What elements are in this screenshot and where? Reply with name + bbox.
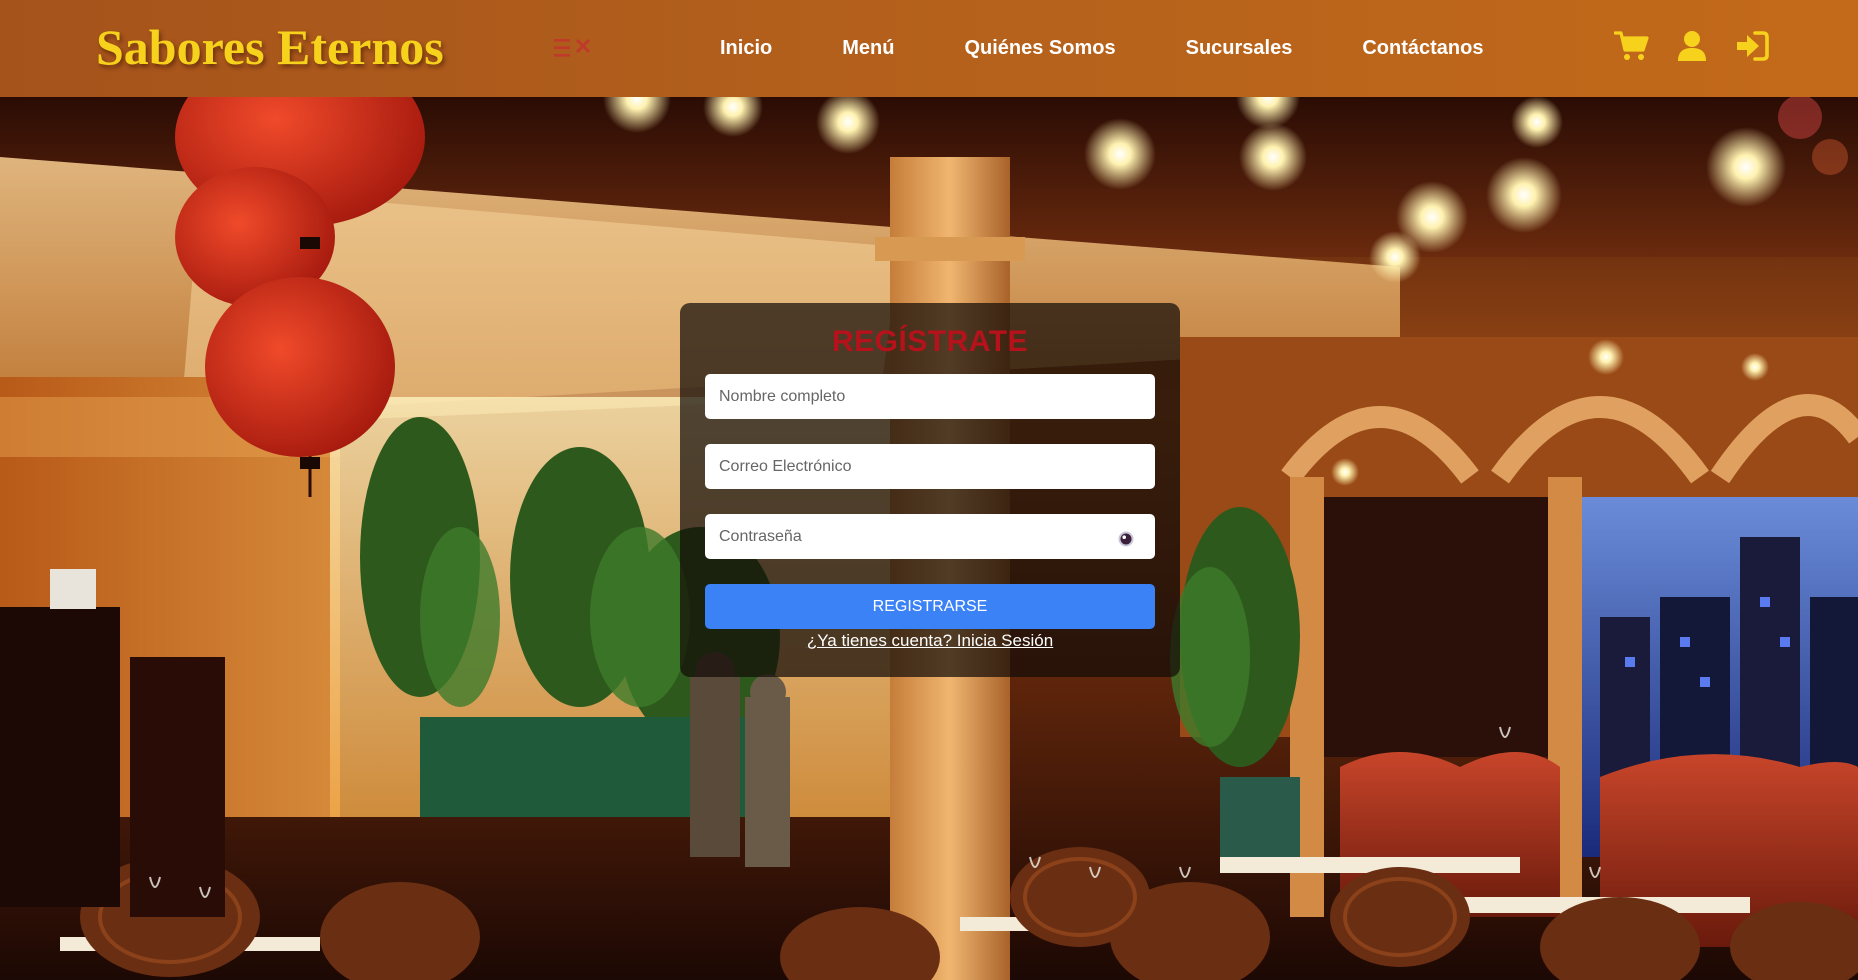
register-button[interactable]: REGISTRARSE xyxy=(705,584,1155,629)
login-link[interactable]: ¿Ya tienes cuenta? Inicia Sesión xyxy=(680,631,1180,651)
show-password-icon[interactable] xyxy=(1117,530,1135,548)
nav-link-contactanos[interactable]: Contáctanos xyxy=(1362,37,1483,60)
full-name-input[interactable] xyxy=(705,374,1155,419)
site-logo[interactable]: Sabores Eternos xyxy=(96,18,444,76)
main-nav: Inicio Menú Quiénes Somos Sucursales Con… xyxy=(720,0,1483,97)
password-input[interactable] xyxy=(705,514,1155,559)
site-header: Sabores Eternos Inicio Menú Quiénes Somo… xyxy=(0,0,1858,97)
cart-icon[interactable] xyxy=(1614,28,1650,64)
menu-toggle-icon[interactable] xyxy=(553,36,595,60)
nav-link-menu[interactable]: Menú xyxy=(842,37,894,60)
register-title: REGÍSTRATE xyxy=(831,325,1029,358)
header-actions xyxy=(1614,28,1770,64)
nav-link-inicio[interactable]: Inicio xyxy=(720,37,772,60)
nav-link-quienes-somos[interactable]: Quiénes Somos xyxy=(964,37,1115,60)
email-input[interactable] xyxy=(705,444,1155,489)
nav-link-sucursales[interactable]: Sucursales xyxy=(1186,37,1293,60)
user-icon[interactable] xyxy=(1674,28,1710,64)
sign-in-icon[interactable] xyxy=(1734,28,1770,64)
register-form: REGÍSTRATE REGISTRARSE ¿Ya tienes cuenta… xyxy=(680,303,1180,677)
